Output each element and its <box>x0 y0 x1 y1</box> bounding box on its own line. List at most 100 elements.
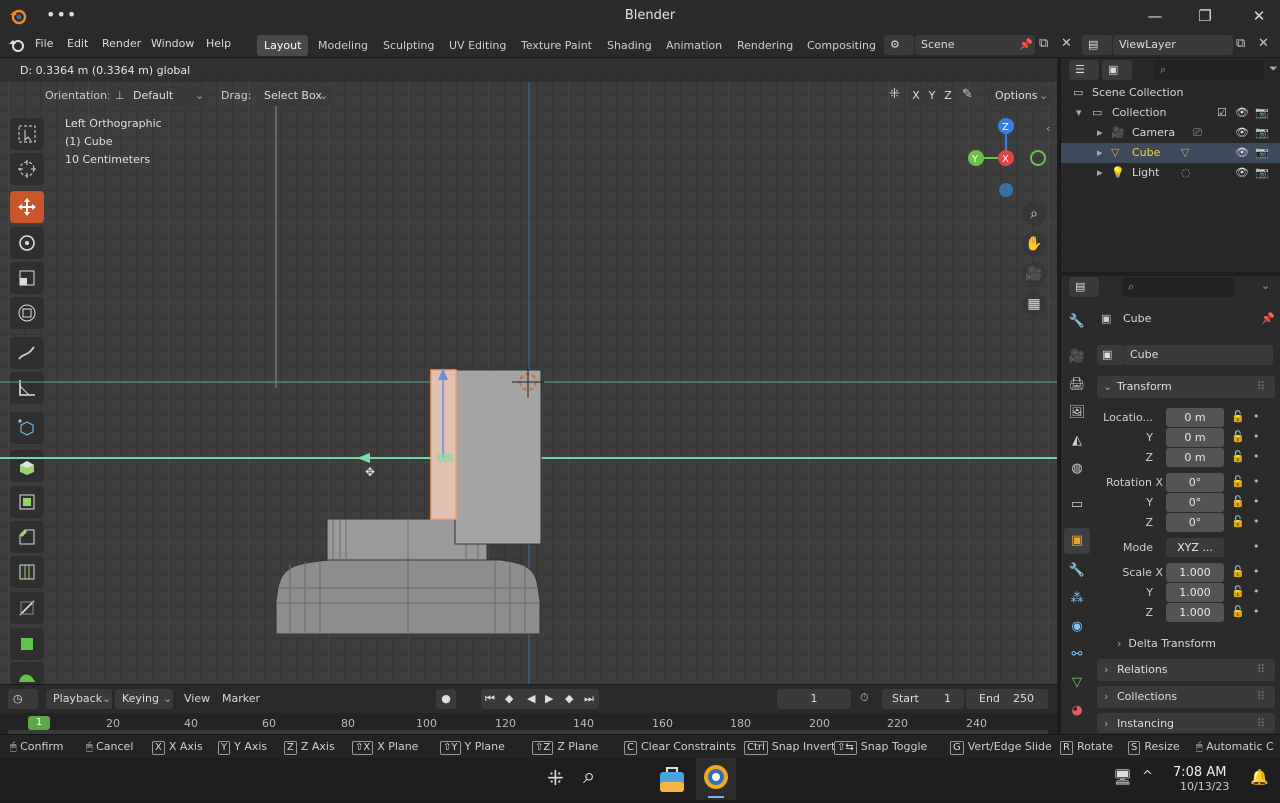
tab-animation[interactable]: Animation <box>659 35 729 56</box>
apps-launcher-icon[interactable]: ⁜ <box>547 766 564 790</box>
checkbox-icon[interactable]: ☑ <box>1217 103 1227 123</box>
rotation-mode-dropdown[interactable]: XYZ ... <box>1166 538 1224 557</box>
zoom-icon[interactable]: ⌕ <box>1022 202 1046 226</box>
keyframe-dot-icon[interactable]: • <box>1253 585 1260 598</box>
lock-icon[interactable]: 🔓 <box>1231 475 1245 488</box>
end-frame-field[interactable]: End 250 <box>966 689 1048 709</box>
scene-tab-icon[interactable]: ◭ <box>1064 428 1090 454</box>
lock-icon[interactable]: 🔓 <box>1231 605 1245 618</box>
camera-data-icon[interactable]: ⎚ <box>1193 123 1202 143</box>
properties-editor-type[interactable]: ▤ <box>1069 277 1099 297</box>
camera-view-icon[interactable]: 🎥 <box>1022 262 1046 286</box>
current-frame-field[interactable]: 1 <box>777 689 851 709</box>
menu-help[interactable]: Help <box>206 37 231 50</box>
outliner-scene-collection[interactable]: ▭ Scene Collection <box>1061 83 1280 103</box>
3d-viewport[interactable]: D: 0.3364 m (0.3364 m) global Orientatio… <box>0 58 1057 684</box>
viewlayer-field[interactable]: ViewLayer <box>1113 35 1233 55</box>
playback-menu[interactable]: Playback ⌄ <box>46 689 112 709</box>
delta-transform-header[interactable]: › Delta Transform <box>1117 637 1216 650</box>
eye-icon[interactable]: 👁 <box>1235 143 1249 163</box>
camera-render-icon[interactable]: 📷 <box>1255 163 1269 183</box>
outliner-editor-type[interactable]: ☰ <box>1069 60 1099 80</box>
blender-menu-icon[interactable] <box>8 37 26 53</box>
prev-keyframe-icon[interactable]: ◆ <box>505 689 513 709</box>
lock-icon[interactable]: 🔓 <box>1231 515 1245 528</box>
filter-icon[interactable]: ⏷ <box>1269 62 1278 76</box>
search-icon[interactable]: ⌕ <box>583 764 595 789</box>
object-name-field[interactable]: Cube <box>1125 345 1273 365</box>
world-tab-icon[interactable]: ◍ <box>1064 456 1090 482</box>
clock-date[interactable]: 10/13/23 <box>1180 780 1229 793</box>
viewlayer-browse-button[interactable]: ▤ <box>1082 35 1112 55</box>
scene-field[interactable]: Scene 📌 <box>915 35 1035 55</box>
timeline-marker-menu[interactable]: Marker <box>222 692 260 705</box>
record-button[interactable]: ● <box>436 689 456 709</box>
new-scene-icon[interactable]: ⧉ <box>1039 36 1048 51</box>
maximize-button[interactable]: ❐ <box>1194 5 1216 27</box>
collections-panel-header[interactable]: › Collections ⠿ <box>1097 686 1275 708</box>
remove-scene-icon[interactable]: ✕ <box>1061 36 1072 51</box>
taskbar-app-blender[interactable] <box>696 758 736 800</box>
keyframe-dot-icon[interactable]: • <box>1253 495 1260 508</box>
start-frame-field[interactable]: Start 1 <box>882 689 964 709</box>
next-keyframe-icon[interactable]: ◆ <box>565 689 573 709</box>
keyframe-dot-icon[interactable]: • <box>1253 410 1260 423</box>
pan-hand-icon[interactable]: ✋ <box>1022 232 1046 256</box>
expand-arrow-icon[interactable]: ▸ <box>1097 143 1103 163</box>
outliner-item-cube[interactable]: ▸ ▽ Cube ▽ 👁 📷 <box>1061 143 1280 163</box>
lock-icon[interactable]: 🔓 <box>1231 450 1245 463</box>
tab-uv-editing[interactable]: UV Editing <box>442 35 513 56</box>
rotation-x-field[interactable]: 0° <box>1166 473 1224 492</box>
stopwatch-icon[interactable]: ⏱ <box>860 691 869 705</box>
properties-search-input[interactable]: ⌕ <box>1122 277 1234 297</box>
drag-handle-icon[interactable]: ⠿ <box>1257 659 1265 681</box>
light-data-icon[interactable]: ◌ <box>1181 163 1191 183</box>
location-y-field[interactable]: 0 m <box>1166 428 1224 447</box>
lock-icon[interactable]: 🔓 <box>1231 410 1245 423</box>
tab-sculpting[interactable]: Sculpting <box>376 35 441 56</box>
camera-render-icon[interactable]: 📷 <box>1255 103 1269 123</box>
lock-icon[interactable]: 🔓 <box>1231 495 1245 508</box>
physics-tab-icon[interactable]: ◉ <box>1064 614 1090 640</box>
tab-rendering[interactable]: Rendering <box>730 35 800 56</box>
transform-panel-header[interactable]: ⌄ Transform ⠿ <box>1097 376 1275 398</box>
camera-render-icon[interactable]: 📷 <box>1255 123 1269 143</box>
drag-handle-icon[interactable]: ⠿ <box>1257 713 1265 735</box>
menu-render[interactable]: Render <box>102 37 141 50</box>
location-x-field[interactable]: 0 m <box>1166 408 1224 427</box>
material-tab-icon[interactable]: ◕ <box>1064 698 1090 724</box>
scale-y-field[interactable]: 1.000 <box>1166 583 1224 602</box>
keyframe-dot-icon[interactable]: • <box>1253 430 1260 443</box>
lock-icon[interactable]: 🔓 <box>1231 585 1245 598</box>
tab-compositing[interactable]: Compositing <box>800 35 883 56</box>
eye-icon[interactable]: 👁 <box>1235 123 1249 143</box>
eye-icon[interactable]: 👁 <box>1235 103 1249 123</box>
expand-arrow-icon[interactable]: ▸ <box>1097 163 1103 183</box>
tab-modeling[interactable]: Modeling <box>311 35 375 56</box>
monitor-icon[interactable]: 🖥 <box>1113 768 1132 786</box>
tab-texture-paint[interactable]: Texture Paint <box>514 35 599 56</box>
sidebar-toggle-icon[interactable]: ‹ <box>1046 122 1050 135</box>
play-reverse-icon[interactable]: ◀ <box>527 689 535 709</box>
instancing-panel-header[interactable]: › Instancing ⠿ <box>1097 713 1275 733</box>
keyframe-dot-icon[interactable]: • <box>1253 515 1260 528</box>
menu-file[interactable]: File <box>35 37 53 50</box>
scale-x-field[interactable]: 1.000 <box>1166 563 1224 582</box>
menu-window[interactable]: Window <box>151 37 194 50</box>
clock-time[interactable]: 7:08 AM <box>1173 765 1226 780</box>
output-tab-icon[interactable]: 🖨 <box>1064 372 1090 398</box>
keyframe-dot-icon[interactable]: • <box>1253 605 1260 618</box>
navigation-gizmo[interactable]: Z Y X <box>962 116 1048 200</box>
timeline-editor-type[interactable]: ◷ <box>8 689 38 709</box>
constraints-tab-icon[interactable]: ⚯ <box>1064 642 1090 668</box>
keyframe-dot-icon[interactable]: • <box>1253 450 1260 463</box>
drag-handle-icon[interactable]: ⠿ <box>1257 376 1265 398</box>
ortho-grid-icon[interactable]: ▦ <box>1022 292 1046 316</box>
scale-z-field[interactable]: 1.000 <box>1166 603 1224 622</box>
scene-browse-button[interactable]: ⚙ <box>884 35 914 55</box>
tab-shading[interactable]: Shading <box>600 35 659 56</box>
collapse-arrow-icon[interactable]: ▾ <box>1076 103 1082 123</box>
lock-icon[interactable]: 🔓 <box>1231 430 1245 443</box>
pin-icon[interactable]: 📌 <box>1019 35 1033 55</box>
rotation-y-field[interactable]: 0° <box>1166 493 1224 512</box>
